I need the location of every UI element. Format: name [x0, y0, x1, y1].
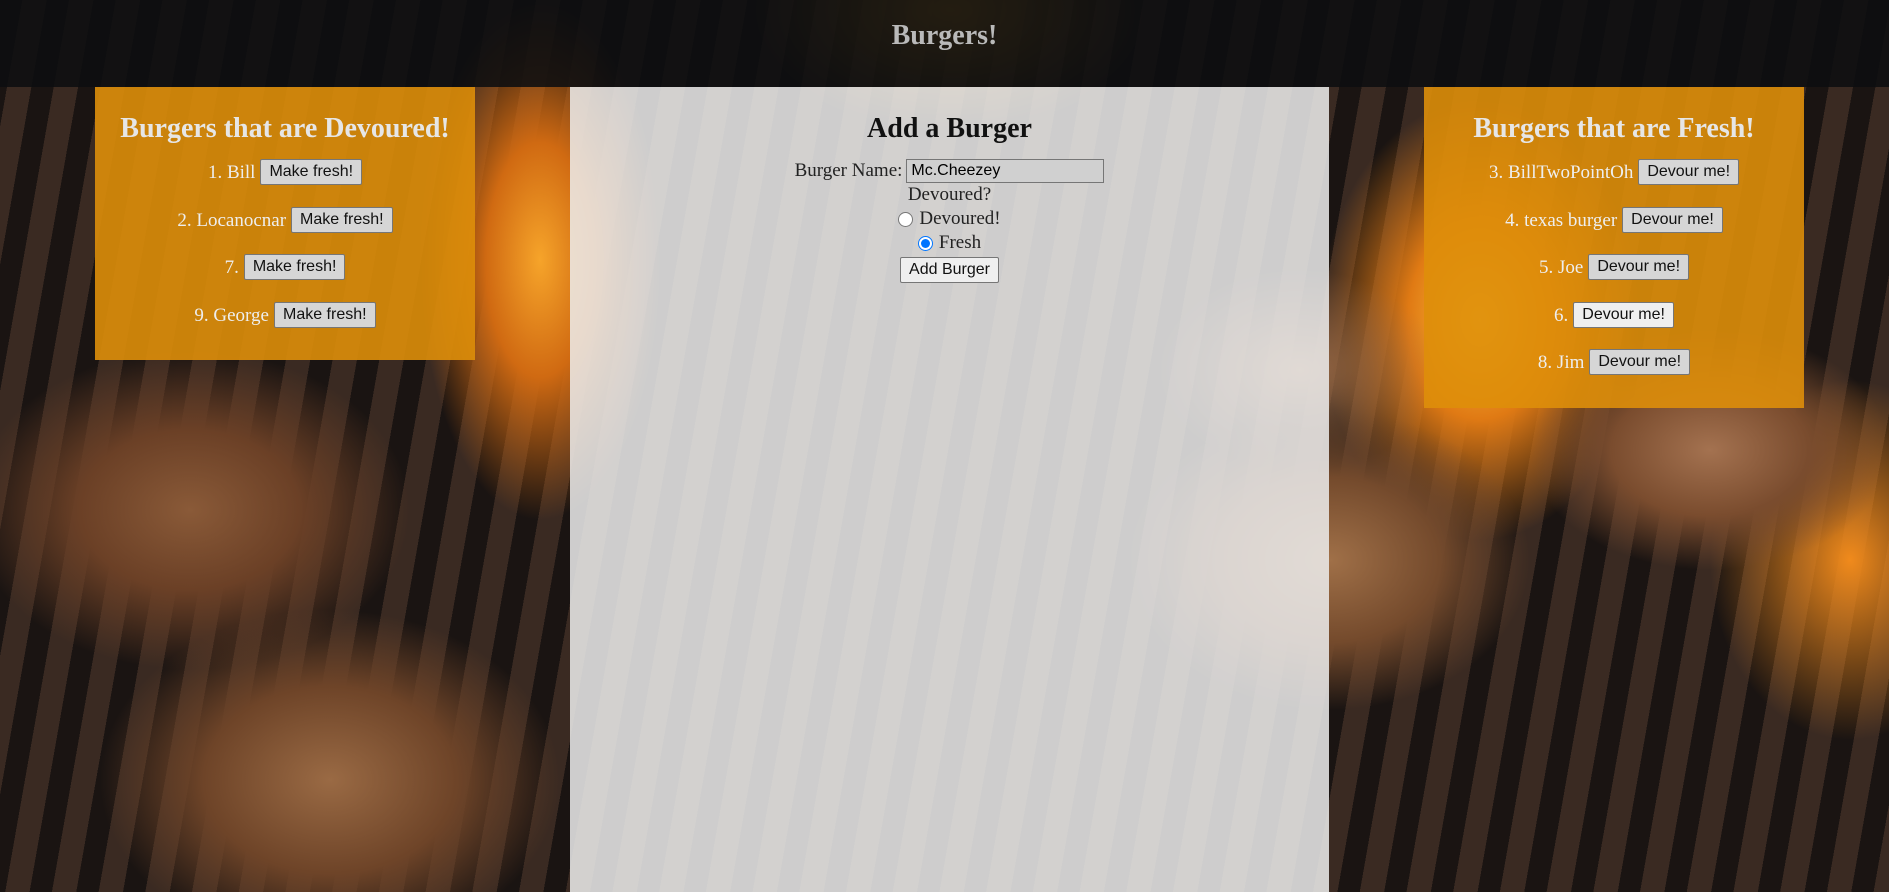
fresh-burger-item: 8. Jim Devour me!: [1424, 349, 1804, 397]
fresh-radio-label: Fresh: [938, 232, 982, 253]
devour-button[interactable]: Devour me!: [1589, 349, 1691, 375]
burger-label: 9. George: [194, 304, 269, 326]
burger-label: 2. Locanocnar: [177, 209, 287, 231]
header-bar: Burgers!: [0, 0, 1889, 87]
fresh-burgers-panel: Burgers that are Fresh! 3. BillTwoPointO…: [1424, 87, 1804, 408]
burger-name-label: Burger Name:: [794, 160, 903, 181]
fresh-burger-item: 4. texas burger Devour me!: [1424, 206, 1804, 255]
burger-label: 4. texas burger: [1505, 209, 1618, 231]
fresh-option-row: Fresh: [570, 231, 1329, 255]
devoured-burger-item: 2. Locanocnar Make fresh!: [95, 206, 475, 255]
burger-label: 5. Joe: [1538, 257, 1584, 278]
fresh-panel-title: Burgers that are Fresh!: [1473, 113, 1755, 144]
burger-label: 3. BillTwoPointOh: [1488, 162, 1634, 183]
burger-label: 6.: [1554, 304, 1569, 326]
burger-label: 1. Bill: [207, 162, 256, 183]
devour-button[interactable]: Devour me!: [1638, 159, 1740, 185]
burger-label: 7.: [224, 257, 239, 278]
fresh-burger-item: 5. Joe Devour me!: [1424, 254, 1804, 302]
devour-button[interactable]: Devour me!: [1622, 206, 1723, 233]
add-burger-button[interactable]: Add Burger: [900, 257, 999, 283]
fresh-burger-item: 3. BillTwoPointOh Devour me!: [1424, 159, 1804, 207]
make-fresh-button[interactable]: Make fresh!: [273, 301, 376, 328]
devoured-panel-title: Burgers that are Devoured!: [120, 113, 450, 144]
make-fresh-button[interactable]: Make fresh!: [291, 206, 393, 233]
fresh-radio[interactable]: [917, 235, 933, 251]
add-burger-title: Add a Burger: [867, 113, 1032, 144]
add-burger-panel: Add a Burger Burger Name: Devoured? Devo…: [570, 87, 1329, 892]
burger-label: 8. Jim: [1537, 352, 1585, 373]
burger-name-row: Burger Name:: [570, 159, 1329, 183]
burger-name-input[interactable]: [906, 159, 1105, 183]
devoured-burgers-panel: Burgers that are Devoured! 1. Bill Make …: [95, 87, 475, 360]
devoured-question-label: Devoured?: [907, 184, 992, 205]
add-burger-form: Burger Name: Devoured? Devoured! Fresh A…: [570, 159, 1329, 283]
devour-button[interactable]: Devour me!: [1588, 254, 1690, 280]
devour-button[interactable]: Devour me!: [1573, 301, 1674, 328]
page-title: Burgers!: [891, 20, 998, 51]
devoured-burger-item: 1. Bill Make fresh!: [95, 159, 475, 207]
devoured-radio-label: Devoured!: [919, 208, 1001, 229]
devoured-radio[interactable]: [898, 211, 914, 227]
make-fresh-button[interactable]: Make fresh!: [260, 159, 363, 185]
make-fresh-button[interactable]: Make fresh!: [243, 254, 346, 280]
fresh-burger-item: 6. Devour me!: [1424, 301, 1804, 350]
devoured-burger-item: 7. Make fresh!: [95, 254, 475, 302]
devoured-option-row: Devoured!: [570, 207, 1329, 231]
devoured-burger-item: 9. George Make fresh!: [95, 301, 475, 350]
